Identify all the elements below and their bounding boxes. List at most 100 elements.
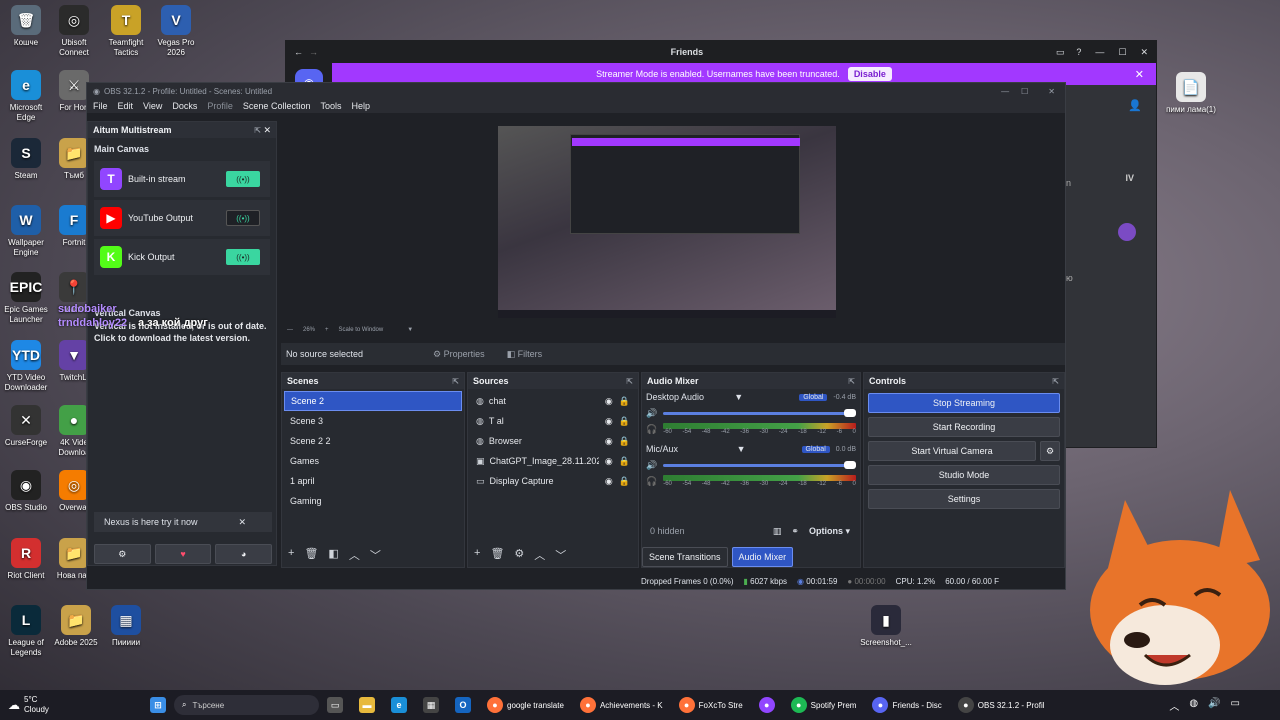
desktop-icon[interactable]: L League of Legends: [0, 605, 52, 658]
slider-knob[interactable]: [844, 461, 856, 469]
desktop-icon[interactable]: ◎ Ubisoft Connect: [48, 5, 100, 58]
layout-icon[interactable]: ▥: [773, 526, 782, 537]
output-toggle[interactable]: ((•)): [226, 249, 260, 265]
scene-item[interactable]: Scene 3: [284, 411, 462, 431]
minimize-icon[interactable]: —: [1001, 87, 1009, 96]
nexus-text[interactable]: Nexus is here try it now: [104, 517, 198, 527]
source-item[interactable]: ◍ T al ◉ 🔒: [470, 411, 636, 431]
slider-knob[interactable]: [844, 409, 856, 417]
close-icon[interactable]: ✕: [1140, 47, 1148, 58]
add-icon[interactable]: +: [288, 547, 294, 563]
eye-icon[interactable]: ◉: [605, 396, 613, 407]
menu-item[interactable]: Scene Collection: [243, 101, 311, 111]
taskbar-app[interactable]: ● Spotify Prem: [783, 690, 865, 720]
desktop-icon[interactable]: S Steam: [0, 138, 52, 181]
maximize-icon[interactable]: ☐: [1118, 47, 1126, 58]
chevron-down-icon[interactable]: ▼: [734, 392, 743, 402]
add-icon[interactable]: +: [474, 547, 480, 563]
desktop-icon[interactable]: 📁 Adobe 2025: [50, 605, 102, 648]
menu-item[interactable]: Help: [351, 101, 370, 111]
heart-icon[interactable]: ♥: [154, 544, 212, 564]
weather-widget[interactable]: ☁ 5°C Cloudy: [0, 690, 130, 720]
desktop-icon[interactable]: T Teamfight Tactics: [100, 5, 152, 58]
taskbar-app[interactable]: ● OBS 32.1.2 - Profil: [950, 690, 1053, 720]
dock-menu-icon[interactable]: ⇱: [1052, 377, 1059, 386]
close-icon[interactable]: ✕: [1048, 87, 1055, 96]
dock-menu-icon[interactable]: ⇱: [626, 377, 633, 386]
desktop-icon[interactable]: ▦ Пиииии: [100, 605, 152, 648]
output-toggle[interactable]: ((•)): [226, 171, 260, 187]
lock-icon[interactable]: 🔒: [619, 436, 630, 447]
menu-item[interactable]: Tools: [320, 101, 341, 111]
start-virtual-camera-button[interactable]: Start Virtual Camera: [868, 441, 1036, 461]
tab-audio-mixer[interactable]: Audio Mixer: [731, 547, 794, 567]
scale-mode[interactable]: Scale to Window: [339, 327, 384, 333]
eye-icon[interactable]: ◉: [605, 456, 613, 467]
desktop-icon[interactable]: 📄 пими лама(1): [1165, 72, 1217, 115]
desktop-icon[interactable]: ▮ Screenshot_...: [860, 605, 912, 648]
search-input[interactable]: Търсене: [192, 701, 224, 710]
dock-menu-icon[interactable]: ⇱: [848, 377, 855, 386]
desktop-icon[interactable]: W Wallpaper Engine: [0, 205, 52, 258]
settings-icon[interactable]: ⚙: [94, 544, 151, 564]
settings-button[interactable]: Settings: [868, 489, 1060, 509]
chevron-down-icon[interactable]: ▼: [737, 444, 746, 454]
nexus-close-icon[interactable]: ✕: [238, 517, 246, 528]
scene-item[interactable]: 1 april: [284, 471, 462, 491]
volume-slider[interactable]: [663, 461, 856, 469]
source-item[interactable]: ▣ ChatGPT_Image_28.11.2025 ◉ 🔒: [470, 451, 636, 471]
eye-icon[interactable]: ◉: [605, 416, 613, 427]
scene-item[interactable]: Scene 2: [284, 391, 462, 411]
desktop-icon[interactable]: V Vegas Pro 2026: [150, 5, 202, 58]
desktop-icon[interactable]: ✕ CurseForge: [0, 405, 52, 448]
menu-item[interactable]: Edit: [118, 101, 134, 111]
output-toggle[interactable]: ((•)): [226, 210, 260, 226]
scene-item[interactable]: Games: [284, 451, 462, 471]
scene-item[interactable]: Scene 2 2: [284, 431, 462, 451]
desktop-icon[interactable]: YTD YTD Video Downloader: [0, 340, 52, 393]
taskbar-app[interactable]: ●: [751, 690, 783, 720]
lock-icon[interactable]: 🔒: [619, 476, 630, 487]
back-icon[interactable]: ←: [294, 47, 303, 57]
filters-button[interactable]: ◧ Filters: [507, 349, 543, 360]
desktop-icon[interactable]: e Microsoft Edge: [0, 70, 52, 123]
undock-icon[interactable]: ⇱: [254, 126, 261, 135]
dock-menu-icon[interactable]: ⇱: [452, 377, 459, 386]
volume-icon[interactable]: 🔊: [1208, 698, 1220, 713]
volume-icon[interactable]: 🔊: [646, 460, 657, 471]
desktop-icon[interactable]: 🗑 Кошче: [0, 5, 52, 48]
zoom-in-icon[interactable]: +: [325, 327, 329, 333]
menu-item[interactable]: View: [143, 101, 162, 111]
taskbar-app[interactable]: ● google translate: [479, 690, 572, 720]
network-icon[interactable]: ◍: [1189, 698, 1198, 713]
scene-item[interactable]: Gaming: [284, 491, 462, 511]
start-button[interactable]: ⊞: [142, 690, 174, 720]
edge-icon[interactable]: e: [383, 690, 415, 720]
zoom-out-icon[interactable]: —: [287, 327, 293, 333]
minimize-icon[interactable]: —: [1095, 47, 1104, 57]
gear-icon[interactable]: ⚙: [514, 547, 524, 563]
inbox-icon[interactable]: ▭: [1056, 47, 1065, 58]
filter-icon[interactable]: ◧: [328, 547, 338, 563]
eye-icon[interactable]: ◉: [605, 436, 613, 447]
chevron-down-icon[interactable]: ▼: [407, 327, 413, 333]
desktop-icon[interactable]: EPIC Epic Games Launcher: [0, 272, 52, 325]
menu-item[interactable]: File: [93, 101, 108, 111]
discord-icon[interactable]: ◕: [215, 544, 273, 564]
lock-icon[interactable]: 🔒: [619, 456, 630, 467]
headphones-icon[interactable]: 🎧: [646, 476, 657, 487]
virtual-camera-settings-icon[interactable]: ⚙: [1040, 441, 1060, 461]
menu-item[interactable]: Docks: [172, 101, 197, 111]
tab-scene-transitions[interactable]: Scene Transitions: [642, 547, 728, 567]
task-view-icon[interactable]: ▭: [319, 690, 351, 720]
taskbar-app[interactable]: ● Achievements - K: [572, 690, 671, 720]
eye-icon[interactable]: ◉: [605, 476, 613, 487]
file-explorer-icon[interactable]: ▬: [351, 690, 383, 720]
volume-slider[interactable]: [663, 409, 856, 417]
preview-canvas[interactable]: [498, 126, 836, 318]
source-item[interactable]: ◍ chat ◉ 🔒: [470, 391, 636, 411]
stop-streaming-button[interactable]: Stop Streaming: [868, 393, 1060, 413]
help-icon[interactable]: ?: [1076, 47, 1081, 57]
chevron-up-icon[interactable]: ︿: [1169, 698, 1179, 713]
lock-icon[interactable]: 🔒: [619, 396, 630, 407]
